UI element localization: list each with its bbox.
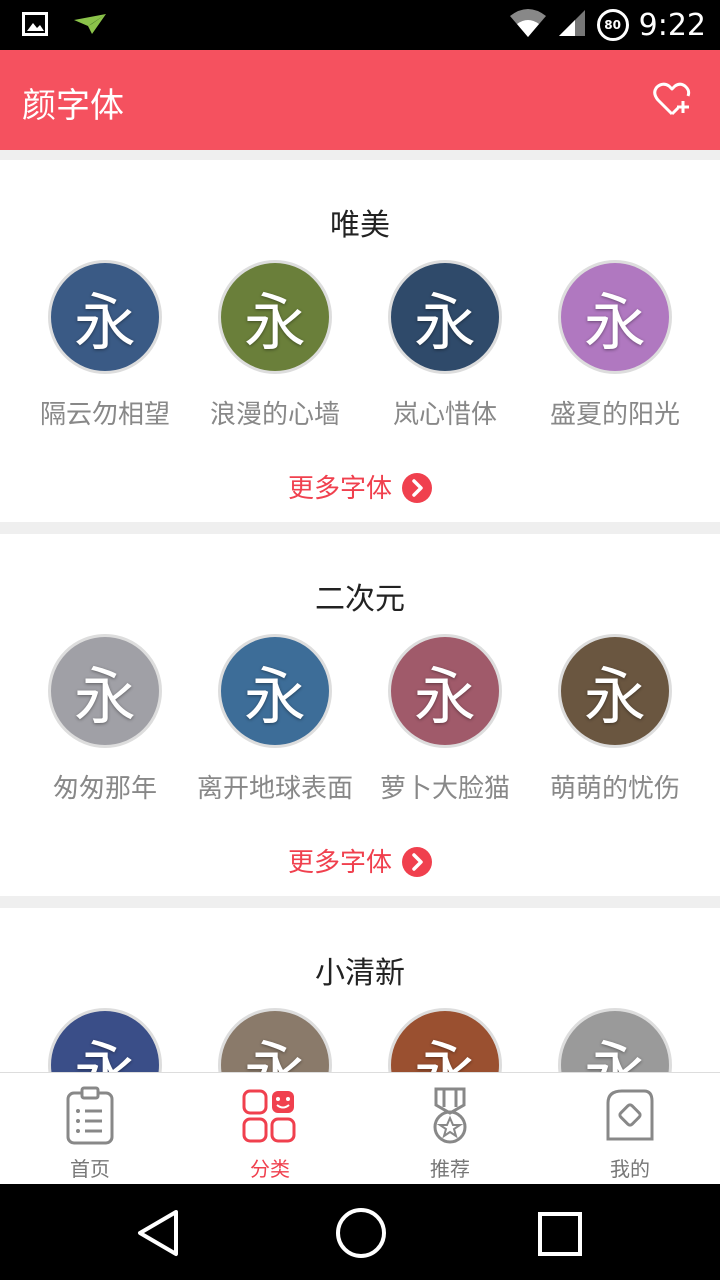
font-preview-avatar: 永 xyxy=(48,1008,162,1072)
clipboard-icon xyxy=(60,1085,120,1147)
font-name: 隔云勿相望 xyxy=(39,400,170,430)
category-content[interactable]: 唯美 永 隔云勿相望 永 浪漫的心墙 永 岚心惜体 永 盛夏的阳光 更多字体 二 xyxy=(0,150,720,1072)
font-item[interactable]: 永 萌萌的忧伤 xyxy=(530,634,700,805)
font-sample-glyph: 永 xyxy=(73,1034,136,1072)
status-bar: 80 9:22 xyxy=(0,0,720,50)
nav-item-mine[interactable]: 我的 xyxy=(540,1073,720,1185)
more-fonts-label: 更多字体 xyxy=(287,848,392,878)
font-sample-glyph: 永 xyxy=(583,286,646,359)
image-notification-icon xyxy=(22,12,48,40)
font-preview-avatar: 永 xyxy=(558,634,672,748)
app-bar: 颜字体 xyxy=(0,50,720,150)
font-sample-glyph: 永 xyxy=(583,660,646,733)
font-item[interactable]: 永 xyxy=(360,1008,530,1072)
nav-label: 首页 xyxy=(70,1157,110,1181)
back-icon[interactable] xyxy=(134,1208,182,1262)
font-item[interactable]: 永 xyxy=(530,1008,700,1072)
recent-apps-icon[interactable] xyxy=(536,1210,584,1262)
font-preview-avatar: 永 xyxy=(48,634,162,748)
font-preview-avatar: 永 xyxy=(388,260,502,374)
font-sample-glyph: 永 xyxy=(73,286,136,359)
app-title: 颜字体 xyxy=(22,86,124,126)
nav-item-recommend[interactable]: 推荐 xyxy=(360,1073,540,1185)
font-preview-avatar: 永 xyxy=(558,1008,672,1072)
font-sample-glyph: 永 xyxy=(243,1034,306,1072)
font-sample-glyph: 永 xyxy=(73,660,136,733)
section-title: 二次元 xyxy=(315,582,405,617)
send-notification-icon xyxy=(72,12,108,40)
medal-icon xyxy=(420,1085,480,1147)
font-preview-avatar: 永 xyxy=(558,260,672,374)
font-item[interactable]: 永 离开地球表面 xyxy=(190,634,360,805)
more-fonts-label: 更多字体 xyxy=(287,474,392,504)
font-item[interactable]: 永 萝卜大脸猫 xyxy=(360,634,530,805)
font-item[interactable]: 永 匆匆那年 xyxy=(20,634,190,805)
chevron-right-icon xyxy=(402,472,432,503)
font-row: 永 隔云勿相望 永 浪漫的心墙 永 岚心惜体 永 盛夏的阳光 xyxy=(0,260,720,440)
add-favorite-heart-icon[interactable] xyxy=(652,80,692,120)
category-grid-icon xyxy=(240,1085,300,1147)
category-section: 二次元 永 匆匆那年 永 离开地球表面 永 萝卜大脸猫 永 萌萌的忧伤 更多字体 xyxy=(0,534,720,896)
nav-item-home[interactable]: 首页 xyxy=(0,1073,180,1185)
font-preview-avatar: 永 xyxy=(388,634,502,748)
font-row: 永 永 永 永 xyxy=(0,1008,720,1072)
font-sample-glyph: 永 xyxy=(413,286,476,359)
font-sample-glyph: 永 xyxy=(413,1034,476,1072)
more-fonts-link[interactable]: 更多字体 xyxy=(0,842,720,879)
font-name: 萌萌的忧伤 xyxy=(549,774,680,804)
font-preview-avatar: 永 xyxy=(48,260,162,374)
font-name: 萝卜大脸猫 xyxy=(379,774,510,804)
font-sample-glyph: 永 xyxy=(243,660,306,733)
battery-indicator: 80 xyxy=(596,9,629,41)
cellular-signal-icon xyxy=(557,8,587,42)
nav-label: 推荐 xyxy=(430,1157,470,1181)
font-preview-avatar: 永 xyxy=(218,634,332,748)
wifi-icon xyxy=(509,8,547,42)
font-item[interactable]: 永 xyxy=(190,1008,360,1072)
font-sample-glyph: 永 xyxy=(243,286,306,359)
chevron-right-icon xyxy=(402,846,432,877)
font-row: 永 匆匆那年 永 离开地球表面 永 萝卜大脸猫 永 萌萌的忧伤 xyxy=(0,634,720,814)
font-name: 浪漫的心墙 xyxy=(209,400,340,430)
font-item[interactable]: 永 盛夏的阳光 xyxy=(530,260,700,431)
system-navigation-bar xyxy=(0,1184,720,1280)
nav-label: 分类 xyxy=(250,1157,290,1181)
font-name: 匆匆那年 xyxy=(52,774,157,804)
font-preview-avatar: 永 xyxy=(388,1008,502,1072)
section-title: 唯美 xyxy=(330,208,390,243)
font-name: 岚心惜体 xyxy=(392,400,497,430)
section-title: 小清新 xyxy=(315,956,405,991)
font-preview-avatar: 永 xyxy=(218,260,332,374)
font-name: 盛夏的阳光 xyxy=(549,400,680,430)
font-item[interactable]: 永 浪漫的心墙 xyxy=(190,260,360,431)
font-item[interactable]: 永 xyxy=(20,1008,190,1072)
home-icon[interactable] xyxy=(334,1206,388,1264)
nav-item-category[interactable]: 分类 xyxy=(180,1073,360,1185)
more-fonts-link[interactable]: 更多字体 xyxy=(0,468,720,505)
clock: 9:22 xyxy=(638,7,706,43)
font-sample-glyph: 永 xyxy=(413,660,476,733)
font-item[interactable]: 永 岚心惜体 xyxy=(360,260,530,431)
font-item[interactable]: 永 隔云勿相望 xyxy=(20,260,190,431)
bottom-navigation: 首页 分类 推荐 我的 xyxy=(0,1072,720,1185)
font-sample-glyph: 永 xyxy=(583,1034,646,1072)
category-section: 小清新 永 永 永 永 xyxy=(0,908,720,1072)
nav-label: 我的 xyxy=(610,1157,650,1181)
profile-card-icon xyxy=(600,1085,660,1147)
category-section: 唯美 永 隔云勿相望 永 浪漫的心墙 永 岚心惜体 永 盛夏的阳光 更多字体 xyxy=(0,160,720,522)
font-preview-avatar: 永 xyxy=(218,1008,332,1072)
font-name: 离开地球表面 xyxy=(196,774,353,804)
